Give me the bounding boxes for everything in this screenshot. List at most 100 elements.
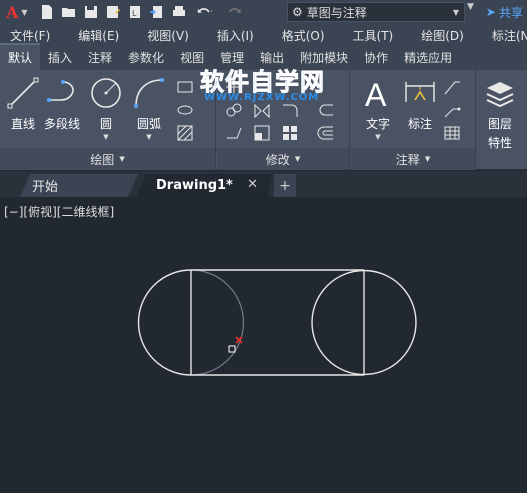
tab-annotate[interactable]: 注释 — [80, 45, 120, 70]
file-tabs-bar: 开始 Drawing1* ✕ + — [0, 171, 527, 197]
layer-properties-label-2: 特性 — [487, 136, 512, 150]
tab-start-label: 开始 — [32, 180, 59, 195]
line-label: 直线 — [10, 117, 35, 131]
line-icon — [7, 77, 39, 109]
menu-bar: 文件(F) 编辑(E) 视图(V) 插入(I) 格式(O) 工具(T) 绘图(D… — [0, 24, 527, 46]
table-icon[interactable] — [443, 124, 461, 142]
workspace-dropdown[interactable]: ⚙ 草图与注释 ▼ — [287, 2, 465, 22]
arc-label: 圆弧 — [136, 117, 161, 131]
tab-drawing-label: Drawing1* — [156, 178, 233, 193]
quick-access-toolbar: A ▼ L ⚙ 草图与注释 ▼ ▼ ➤ 共享 — [0, 0, 527, 24]
chevron-down-icon: ▼ — [294, 155, 301, 163]
arc-icon — [134, 78, 164, 108]
chevron-down-icon[interactable]: ▼ — [103, 133, 108, 141]
annotation-panel-title[interactable]: 注释 ▼ — [351, 148, 475, 170]
watermark: 软件自学网 WWW.RJZXW.COM — [200, 62, 360, 108]
line-tool[interactable]: 直线 — [6, 76, 40, 132]
new-file-icon[interactable] — [36, 1, 58, 23]
arc-tool[interactable]: 圆弧 ▼ — [132, 76, 166, 141]
workspace-value: 草图与注释 — [306, 5, 367, 20]
polyline-icon — [47, 80, 74, 102]
modify-panel-title[interactable]: 修改 ▼ — [217, 148, 349, 170]
annotation-panel-title-label: 注释 — [395, 152, 420, 167]
chevron-down-icon: ▼ — [119, 155, 125, 163]
leader-icon[interactable] — [443, 78, 461, 96]
print-icon[interactable] — [168, 1, 190, 23]
polyline-label: 多段线 — [44, 117, 81, 131]
polyline-tool[interactable]: 多段线 — [44, 76, 80, 132]
menu-file[interactable]: 文件(F) — [0, 27, 64, 44]
offset-icon[interactable] — [317, 124, 335, 142]
text-icon: A — [365, 77, 387, 110]
tab-start[interactable]: 开始 — [20, 174, 138, 197]
save-icon[interactable] — [80, 1, 102, 23]
text-tool[interactable]: A 文字 ▼ — [361, 76, 395, 141]
layers-panel: 图层 特性 — [477, 70, 527, 170]
dimension-icon — [405, 82, 435, 102]
layer-properties-label-1: 图层 — [487, 117, 512, 131]
leader-icon[interactable] — [443, 101, 461, 119]
share-button[interactable]: ➤ 共享 — [486, 0, 527, 24]
viewport-controls[interactable]: [−][俯视][二维线框] — [4, 203, 114, 220]
dimension-tool[interactable]: 标注 — [403, 76, 437, 132]
menu-edit[interactable]: 编辑(E) — [64, 27, 133, 44]
plus-icon: + — [279, 177, 291, 194]
text-label: 文字 — [365, 117, 390, 131]
menu-format[interactable]: 格式(O) — [268, 27, 339, 44]
draw-panel-title[interactable]: 绘图 ▼ — [0, 148, 215, 170]
chevron-down-icon[interactable]: ▼ — [146, 133, 151, 141]
circle-label: 圆 — [99, 117, 112, 131]
left-arc — [137, 269, 192, 376]
tab-default[interactable]: 默认 — [0, 43, 41, 70]
share-label: 共享 — [498, 5, 523, 20]
svg-text:L: L — [132, 9, 137, 18]
publish-icon[interactable] — [146, 1, 168, 23]
layers-icon — [486, 82, 514, 108]
scale-icon[interactable] — [253, 124, 271, 142]
menu-insert[interactable]: 插入(I) — [203, 27, 268, 44]
autocad-logo-icon: A — [6, 2, 19, 22]
grip-square[interactable] — [228, 345, 236, 353]
open-folder-icon[interactable] — [58, 1, 80, 23]
left-circle-right-half — [190, 269, 245, 376]
menu-dimension[interactable]: 标注(N) — [478, 27, 527, 44]
menu-tools[interactable]: 工具(T) — [339, 27, 408, 44]
layer-properties-tool[interactable]: 图层 特性 — [483, 76, 517, 151]
drawing-geometry — [137, 269, 417, 376]
annotation-panel: A 文字 ▼ 标注 注释 ▼ — [351, 70, 476, 170]
redo-icon[interactable] — [220, 1, 250, 23]
menu-view[interactable]: 视图(V) — [133, 27, 203, 44]
tab-insert[interactable]: 插入 — [40, 45, 80, 70]
tab-featured-apps[interactable]: 精选应用 — [396, 45, 460, 70]
hatch-icon[interactable] — [176, 124, 194, 142]
ellipse-icon[interactable] — [176, 101, 194, 119]
stretch-icon[interactable] — [225, 124, 243, 142]
circle-icon — [91, 78, 121, 108]
draw-panel: 直线 多段线 圆 ▼ 圆弧 ▼ 绘图 ▼ — [0, 70, 216, 170]
gear-icon: ⚙ — [292, 5, 303, 19]
dimension-label: 标注 — [407, 117, 432, 131]
undo-icon[interactable] — [190, 1, 220, 23]
application-menu-button[interactable]: A ▼ — [0, 0, 36, 24]
array-icon[interactable] — [281, 124, 299, 142]
chevron-down-icon: ▼ — [452, 7, 459, 17]
open-web-icon[interactable]: L — [124, 1, 146, 23]
watermark-url: WWW.RJZXW.COM — [204, 92, 320, 103]
chevron-down-icon: ▼ — [424, 155, 431, 163]
tab-drawing1[interactable]: Drawing1* ✕ — [136, 174, 272, 197]
tab-collaborate[interactable]: 协作 — [356, 45, 396, 70]
customize-qat-icon[interactable]: ▼ — [467, 2, 474, 12]
circle-tool[interactable]: 圆 ▼ — [89, 76, 123, 141]
send-icon: ➤ — [485, 5, 496, 19]
drawing-canvas[interactable]: [−][俯视][二维线框] — [0, 197, 527, 493]
rectangle-icon[interactable] — [176, 78, 194, 96]
save-as-icon[interactable] — [102, 1, 124, 23]
chevron-down-icon[interactable]: ▼ — [375, 133, 380, 141]
new-tab-button[interactable]: + — [274, 174, 296, 197]
chevron-down-icon: ▼ — [21, 7, 28, 17]
draw-panel-title-label: 绘图 — [90, 152, 115, 167]
tab-parametric[interactable]: 参数化 — [120, 45, 172, 70]
close-icon[interactable]: ✕ — [247, 177, 258, 192]
modify-panel-title-label: 修改 — [265, 152, 290, 167]
menu-draw[interactable]: 绘图(D) — [407, 27, 478, 44]
